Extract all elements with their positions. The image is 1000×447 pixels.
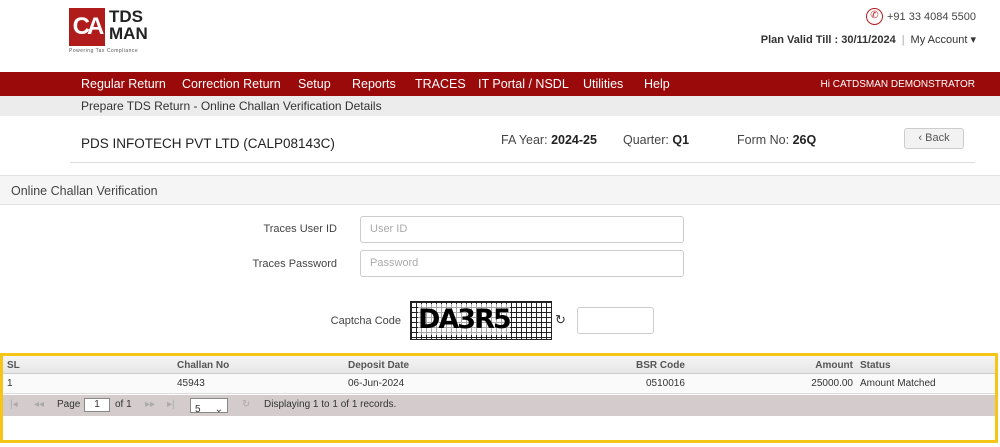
grid-pager: |◂ ◂◂ Page 1 of 1 ▸▸ ▸| 5 ⌄ ↻ Displaying… bbox=[3, 395, 995, 416]
quarter: Quarter: Q1 bbox=[623, 133, 690, 147]
fa-year: FA Year: 2024-25 bbox=[501, 133, 597, 147]
page-count: of 1 bbox=[115, 399, 132, 410]
company-name: PDS INFOTECH PVT LTD (CALP08143C) bbox=[81, 136, 335, 151]
captcha-image: DA3R5 bbox=[410, 301, 552, 340]
chevron-down-icon: ⌄ bbox=[214, 404, 223, 415]
plan-info: Plan Valid Till : 30/11/2024 | My Account … bbox=[760, 34, 976, 46]
col-sl[interactable]: SL bbox=[7, 360, 20, 371]
cell-sl: 1 bbox=[7, 378, 13, 389]
nav-reports[interactable]: Reports bbox=[352, 77, 396, 91]
back-button[interactable]: ‹ Back bbox=[904, 128, 964, 149]
phone-icon: ✆ bbox=[865, 8, 883, 25]
nav-regular-return[interactable]: Regular Return bbox=[81, 77, 166, 91]
col-deposit-date[interactable]: Deposit Date bbox=[348, 360, 409, 371]
nav-help[interactable]: Help bbox=[644, 77, 670, 91]
page-input[interactable]: 1 bbox=[84, 398, 110, 412]
user-id-label: Traces User ID bbox=[263, 223, 337, 235]
cell-status: Amount Matched bbox=[860, 378, 936, 389]
cell-challan-no: 45943 bbox=[177, 378, 205, 389]
panel-title: Online Challan Verification bbox=[0, 175, 1000, 205]
col-status[interactable]: Status bbox=[860, 360, 891, 371]
col-challan-no[interactable]: Challan No bbox=[177, 360, 229, 371]
divider bbox=[70, 162, 975, 163]
cell-amount: 25000.00 bbox=[811, 378, 853, 389]
cell-bsr-code: 0510016 bbox=[646, 378, 685, 389]
pager-summary: Displaying 1 to 1 of 1 records. bbox=[264, 399, 397, 410]
grid-header: SL Challan No Deposit Date BSR Code Amou… bbox=[3, 356, 995, 374]
challan-grid: SL Challan No Deposit Date BSR Code Amou… bbox=[0, 353, 998, 443]
phone-contact: ✆ +91 33 4084 5500 bbox=[865, 8, 976, 25]
breadcrumb: Prepare TDS Return - Online Challan Veri… bbox=[0, 96, 1000, 116]
password-input[interactable]: Password bbox=[360, 250, 684, 277]
chevron-left-icon: ‹ bbox=[918, 132, 923, 144]
captcha-label: Captcha Code bbox=[330, 315, 401, 327]
page-size-select[interactable]: 5 ⌄ bbox=[190, 398, 228, 415]
password-label: Traces Password bbox=[252, 258, 337, 270]
refresh-grid-icon[interactable]: ↻ bbox=[242, 399, 250, 410]
first-page-icon[interactable]: |◂ bbox=[10, 399, 18, 410]
captcha-input[interactable] bbox=[577, 307, 654, 334]
last-page-icon[interactable]: ▸| bbox=[167, 399, 175, 410]
table-row[interactable]: 1 45943 06-Jun-2024 0510016 25000.00 Amo… bbox=[3, 374, 995, 394]
cell-deposit-date: 06-Jun-2024 bbox=[348, 378, 405, 389]
user-id-input[interactable]: User ID bbox=[360, 216, 684, 243]
page-label: Page bbox=[57, 399, 81, 410]
nav-traces[interactable]: TRACES bbox=[415, 77, 466, 91]
nav-setup[interactable]: Setup bbox=[298, 77, 331, 91]
tdsman-logo[interactable]: CA TDS MAN Powering Tax Compliance bbox=[69, 8, 164, 54]
main-nav: Regular Return Correction Return Setup R… bbox=[0, 72, 1000, 96]
next-page-icon[interactable]: ▸▸ bbox=[145, 399, 155, 410]
my-account-menu[interactable]: My Account ▾ bbox=[911, 34, 976, 46]
refresh-captcha-icon[interactable]: ↻ bbox=[555, 312, 566, 328]
nav-correction-return[interactable]: Correction Return bbox=[182, 77, 281, 91]
prev-page-icon[interactable]: ◂◂ bbox=[34, 399, 44, 410]
user-greeting: Hi CATDSMAN DEMONSTRATOR bbox=[820, 79, 975, 90]
nav-it-portal[interactable]: IT Portal / NSDL bbox=[478, 77, 569, 91]
col-amount[interactable]: Amount bbox=[815, 360, 853, 371]
col-bsr-code[interactable]: BSR Code bbox=[636, 360, 685, 371]
form-no: Form No: 26Q bbox=[737, 133, 817, 147]
nav-utilities[interactable]: Utilities bbox=[583, 77, 623, 91]
caret-down-icon: ▾ bbox=[970, 34, 976, 46]
